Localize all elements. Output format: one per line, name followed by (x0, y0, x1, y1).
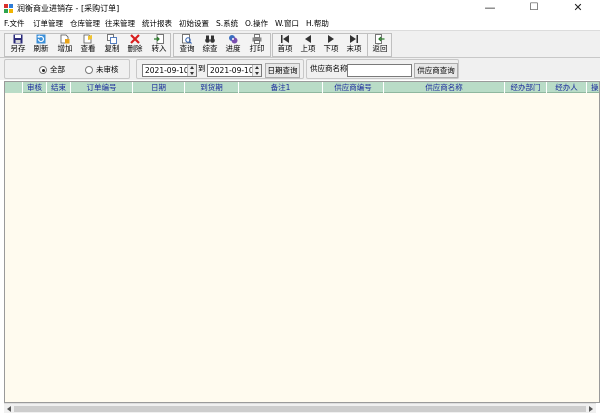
column-header-arrival-date[interactable]: 到货期 (185, 82, 239, 93)
query-icon (182, 34, 192, 44)
column-header-handler[interactable]: 经办人 (547, 82, 587, 93)
orders-grid[interactable]: 审核 结束 订单编号 日期 到货期 备注1 供应商编号 供应商名称 经办部门 经… (4, 81, 600, 403)
return-button[interactable]: 返回 (369, 34, 391, 58)
toolbar: 另存 刷新 增加 查看 复制 删除 转入 查询 综查 进度 打印 首项 上项 下… (0, 30, 600, 58)
date-to-value: 2021-09-10 (210, 66, 254, 75)
column-header-order-number[interactable]: 订单编号 (71, 82, 133, 93)
menu-account-management[interactable]: 往来管理 (105, 18, 135, 29)
first-icon (281, 35, 289, 43)
close-button[interactable]: ✕ (556, 0, 600, 17)
radio-all[interactable] (39, 66, 47, 74)
filter-bar: 全部 未审核 2021-09-10 到 2021-09-10 日期查询 供应商名… (0, 58, 600, 80)
binoculars-icon (205, 35, 215, 43)
window-title: 润衡商业进销存 - [采购订单] (17, 4, 120, 13)
supplier-name-label: 供应商名称 (310, 64, 348, 73)
title-bar: 润衡商业进销存 - [采购订单] — ☐ ✕ (0, 0, 600, 17)
date-from-spinner[interactable] (187, 65, 196, 76)
progress-icon (229, 35, 238, 44)
column-header-department[interactable]: 经办部门 (505, 82, 547, 93)
scroll-left-icon[interactable] (7, 406, 11, 412)
column-header-supplier-number[interactable]: 供应商编号 (323, 82, 384, 93)
maximize-button[interactable]: ☐ (512, 0, 556, 17)
menu-help[interactable]: H.帮助 (306, 18, 329, 29)
date-query-button[interactable]: 日期查询 (265, 63, 300, 78)
radio-unaudited[interactable] (85, 66, 93, 74)
supplier-name-input[interactable] (347, 64, 412, 77)
date-to-field[interactable]: 2021-09-10 (207, 64, 262, 77)
column-header-date[interactable]: 日期 (133, 82, 185, 93)
prev-icon (305, 35, 311, 43)
menu-warehouse-management[interactable]: 仓库管理 (70, 18, 100, 29)
menu-system[interactable]: S.系统 (216, 18, 238, 29)
app-icon (4, 4, 13, 13)
return-label: 返回 (372, 44, 388, 53)
print-button[interactable]: 打印 (246, 34, 268, 58)
date-to-spinner[interactable] (252, 65, 261, 76)
menu-file[interactable]: F.文件 (4, 18, 25, 29)
scroll-right-icon[interactable] (589, 406, 593, 412)
date-from-value: 2021-09-10 (145, 66, 189, 75)
return-icon (375, 34, 385, 44)
menu-reports[interactable]: 统计报表 (142, 18, 172, 29)
date-filter-group: 2021-09-10 到 2021-09-10 日期查询 (136, 59, 304, 79)
radio-unaudited-label[interactable]: 未审核 (96, 65, 119, 75)
refresh-icon (36, 34, 46, 44)
supplier-filter-group: 供应商名称 供应商查询 (306, 59, 459, 79)
horizontal-scrollbar[interactable] (4, 403, 596, 413)
radio-all-label[interactable]: 全部 (50, 65, 65, 75)
delete-icon (130, 34, 140, 44)
next-icon (328, 35, 334, 43)
date-from-field[interactable]: 2021-09-10 (142, 64, 197, 77)
print-icon (252, 34, 262, 44)
add-icon (60, 34, 70, 44)
column-header-audit[interactable]: 审核 (23, 82, 47, 93)
save-icon (13, 34, 23, 44)
import-icon (154, 34, 164, 44)
last-record-button[interactable]: 末项 (343, 34, 365, 58)
date-to-label: 到 (198, 64, 206, 73)
import-button[interactable]: 转入 (148, 34, 170, 58)
status-filter-group: 全部 未审核 (4, 59, 130, 79)
grid-header: 审核 结束 订单编号 日期 到货期 备注1 供应商编号 供应商名称 经办部门 经… (5, 82, 599, 93)
row-indicator-header (5, 82, 23, 93)
column-header-operator[interactable]: 操 (587, 82, 599, 93)
menu-initial-settings[interactable]: 初始设置 (179, 18, 209, 29)
scrollbar-thumb[interactable] (14, 406, 586, 412)
column-header-closed[interactable]: 结束 (47, 82, 71, 93)
minimize-button[interactable]: — (468, 0, 512, 17)
last-icon (350, 35, 358, 43)
column-header-supplier-name[interactable]: 供应商名称 (384, 82, 505, 93)
column-header-remark1[interactable]: 备注1 (239, 82, 323, 93)
supplier-query-button[interactable]: 供应商查询 (414, 63, 458, 78)
menu-order-management[interactable]: 订单管理 (33, 18, 63, 29)
menu-bar: F.文件 订单管理 仓库管理 往来管理 统计报表 初始设置 S.系统 O.操作 … (0, 17, 600, 30)
menu-operation[interactable]: O.操作 (245, 18, 268, 29)
view-icon (83, 34, 92, 44)
menu-window[interactable]: W.窗口 (275, 18, 299, 29)
copy-icon (107, 34, 117, 44)
